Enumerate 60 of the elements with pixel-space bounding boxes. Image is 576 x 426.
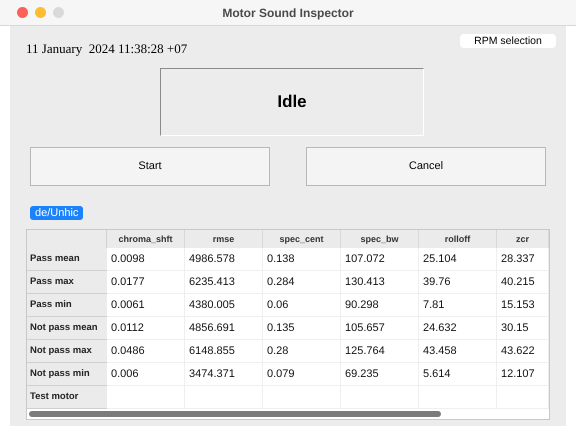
table-cell: 0.135 bbox=[263, 316, 341, 340]
rpm-selection-button[interactable]: RPM selection bbox=[460, 34, 556, 48]
column-header[interactable]: chroma_shft bbox=[107, 230, 185, 248]
cancel-button[interactable]: Cancel bbox=[306, 146, 546, 186]
table-cell: 12.107 bbox=[497, 362, 549, 386]
table-cell: 30.15 bbox=[497, 316, 549, 340]
row-header[interactable]: Pass mean bbox=[27, 248, 107, 270]
row-header[interactable]: Not pass min bbox=[27, 362, 107, 386]
table-cell: 69.235 bbox=[341, 362, 419, 386]
start-button[interactable]: Start bbox=[30, 146, 270, 186]
table-cell: 15.153 bbox=[497, 294, 549, 316]
column-header[interactable]: spec_bw bbox=[341, 230, 419, 248]
table-cell: 25.104 bbox=[419, 248, 497, 270]
close-icon[interactable] bbox=[17, 7, 28, 18]
table-cell: 24.632 bbox=[419, 316, 497, 340]
table-cell: 125.764 bbox=[341, 340, 419, 362]
table-cell: 0.0061 bbox=[107, 294, 185, 316]
row-header[interactable]: Test motor bbox=[27, 386, 107, 408]
window-title: Motor Sound Inspector bbox=[222, 4, 354, 22]
table-cell: 4380.005 bbox=[185, 294, 263, 316]
column-header[interactable]: rmse bbox=[185, 230, 263, 248]
table-cell: 6148.855 bbox=[185, 340, 263, 362]
table-cell: 107.072 bbox=[341, 248, 419, 270]
date-time: 11 January 2024 11:38:28 +07 bbox=[26, 40, 188, 58]
row-header[interactable]: Not pass mean bbox=[27, 316, 107, 340]
table-cell: 6235.413 bbox=[185, 270, 263, 294]
table-cell: 43.458 bbox=[419, 340, 497, 362]
table-cell: 0.284 bbox=[263, 270, 341, 294]
scrollbar-thumb[interactable] bbox=[29, 410, 441, 416]
table-cell: 39.76 bbox=[419, 270, 497, 294]
minimize-icon[interactable] bbox=[35, 7, 46, 18]
table-cell: 130.413 bbox=[341, 270, 419, 294]
table-cell: 5.614 bbox=[419, 362, 497, 386]
table-cell: 90.298 bbox=[341, 294, 419, 316]
table-cell: 7.81 bbox=[419, 294, 497, 316]
row-header[interactable]: Not pass max bbox=[27, 340, 107, 362]
table-cell: 4986.578 bbox=[185, 248, 263, 270]
table-cell: 105.657 bbox=[341, 316, 419, 340]
table-cell bbox=[497, 386, 549, 408]
row-header[interactable]: Pass min bbox=[27, 294, 107, 316]
table-cell: 0.0486 bbox=[107, 340, 185, 362]
status-display: Idle bbox=[160, 68, 424, 136]
table-cell: 0.0177 bbox=[107, 270, 185, 294]
row-header[interactable]: Pass max bbox=[27, 270, 107, 294]
table-cell: 3474.371 bbox=[185, 362, 263, 386]
column-header[interactable]: zcr bbox=[497, 230, 549, 248]
table-cell: 0.079 bbox=[263, 362, 341, 386]
column-header[interactable]: rolloff bbox=[419, 230, 497, 248]
table-cell: 4856.691 bbox=[185, 316, 263, 340]
tab[interactable]: de/Unhic bbox=[30, 206, 84, 220]
table-cell: 0.0112 bbox=[107, 316, 185, 340]
table-cell: 0.006 bbox=[107, 362, 185, 386]
table-cell: 0.06 bbox=[263, 294, 341, 316]
table-cell: 0.138 bbox=[263, 248, 341, 270]
table-cell: 40.215 bbox=[497, 270, 549, 294]
table-cell: 28.337 bbox=[497, 248, 549, 270]
table-cell: 43.622 bbox=[497, 340, 549, 362]
column-header[interactable]: spec_cent bbox=[263, 230, 341, 248]
table-cell: 0.28 bbox=[263, 340, 341, 362]
table-cell: 0.0098 bbox=[107, 248, 185, 270]
